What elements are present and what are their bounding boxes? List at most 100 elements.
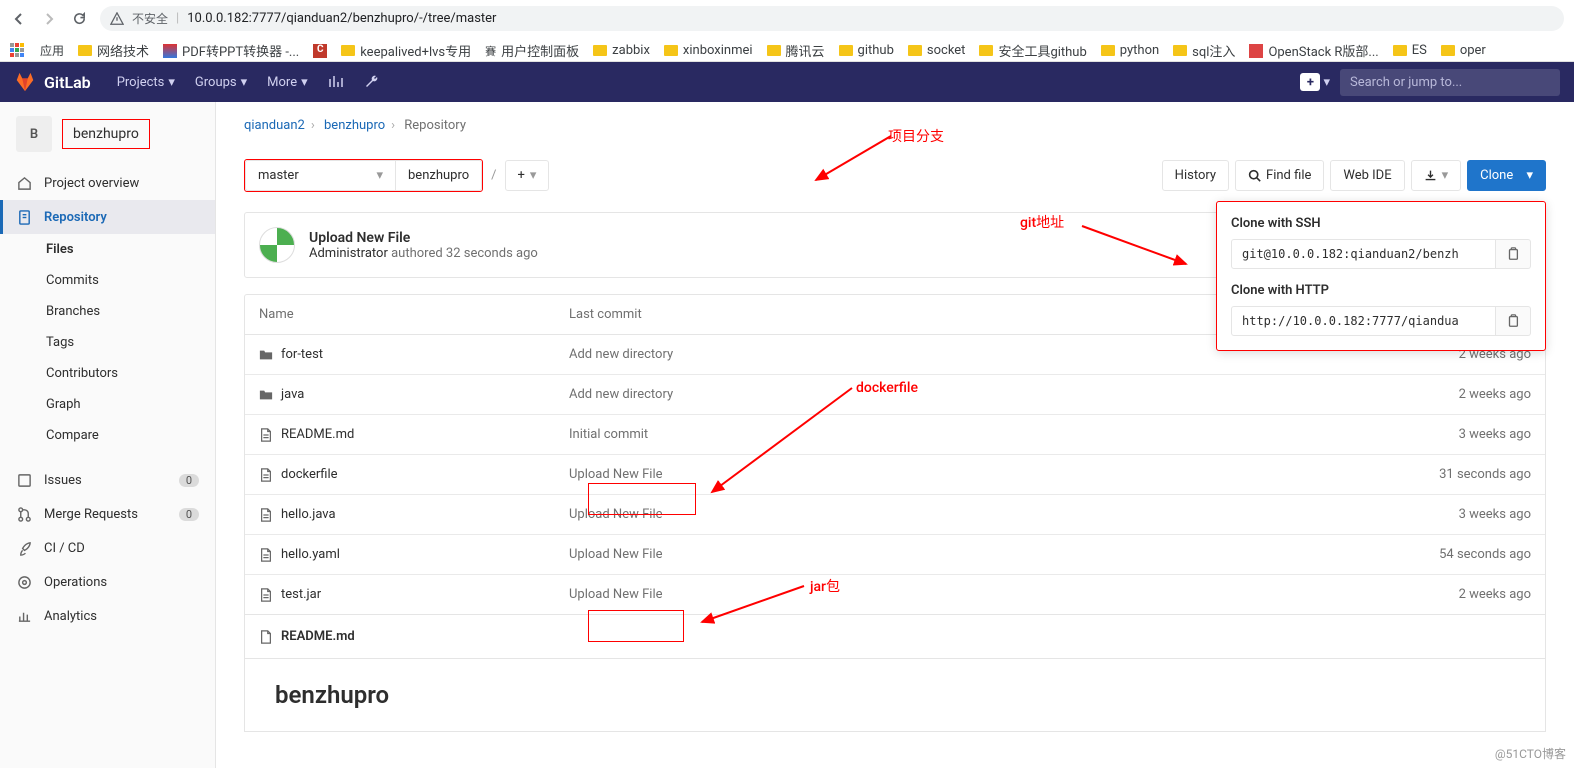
- back-button[interactable]: [10, 10, 28, 28]
- clipboard-icon: [1506, 314, 1520, 328]
- clone-ssh-label: Clone with SSH: [1231, 216, 1531, 231]
- chevron-down-icon: ▾: [1442, 168, 1449, 183]
- sidebar-item-cicd[interactable]: CI / CD: [0, 531, 215, 565]
- copy-ssh-button[interactable]: [1496, 239, 1531, 269]
- nav-groups[interactable]: Groups ▾: [187, 68, 255, 96]
- table-row[interactable]: dockerfileUpload New File31 seconds ago: [245, 455, 1545, 495]
- bookmark-item[interactable]: ES: [1393, 43, 1427, 58]
- add-button[interactable]: + ▾: [505, 160, 550, 191]
- table-row[interactable]: README.mdInitial commit3 weeks ago: [245, 415, 1545, 455]
- chevron-down-icon: ▾: [1526, 168, 1533, 183]
- chevron-down-icon: ▾: [241, 75, 248, 90]
- clone-button[interactable]: Clone ▾: [1467, 160, 1546, 191]
- chevron-down-icon: ▾: [530, 168, 537, 183]
- table-row[interactable]: hello.yamlUpload New File54 seconds ago: [245, 535, 1545, 575]
- bookmark-item[interactable]: OpenStack R版部...: [1249, 41, 1378, 60]
- sidebar-item-overview[interactable]: Project overview: [0, 166, 215, 200]
- url-input[interactable]: [187, 11, 1554, 26]
- file-name[interactable]: for-test: [281, 347, 323, 362]
- sidebar-sub-commits[interactable]: Commits: [0, 265, 215, 296]
- nav-wrench-icon[interactable]: [356, 68, 388, 96]
- bookmark-item[interactable]: 网络技术: [78, 41, 149, 60]
- crumb-group[interactable]: qianduan2: [244, 118, 305, 133]
- crumb-project[interactable]: benzhupro: [324, 118, 385, 133]
- sidebar-item-issues[interactable]: Issues0: [0, 463, 215, 497]
- gitlab-logo-icon[interactable]: [14, 71, 36, 93]
- bookmark-item[interactable]: socket: [908, 43, 966, 58]
- main-content: qianduan2› benzhupro› Repository master▾…: [216, 102, 1574, 768]
- bookmark-item[interactable]: sql注入: [1173, 41, 1235, 60]
- bookmark-item[interactable]: PDF转PPT转换器 -...: [163, 41, 299, 60]
- commit-meta: Administrator authored 32 seconds ago: [309, 246, 538, 261]
- readme-label: README.md: [281, 629, 355, 644]
- search-input[interactable]: [1340, 69, 1560, 96]
- insecure-icon: [110, 12, 124, 26]
- file-name[interactable]: hello.java: [281, 507, 336, 522]
- bookmark-item[interactable]: zabbix: [593, 43, 650, 58]
- commit-msg[interactable]: Initial commit: [569, 427, 1391, 442]
- reload-button[interactable]: [70, 10, 88, 28]
- path-repo[interactable]: benzhupro: [395, 160, 482, 191]
- sidebar-item-analytics[interactable]: Analytics: [0, 599, 215, 633]
- clone-ssh-input[interactable]: git@10.0.0.182:qianduan2/benzh: [1231, 239, 1496, 269]
- bookmark-item[interactable]: 安全工具github: [979, 41, 1086, 60]
- sidebar-sub-contributors[interactable]: Contributors: [0, 358, 215, 389]
- commit-msg[interactable]: Upload New File: [569, 587, 1391, 602]
- branch-selector[interactable]: master▾: [245, 160, 395, 191]
- file-name[interactable]: hello.yaml: [281, 547, 340, 562]
- web-ide-button[interactable]: Web IDE: [1330, 160, 1404, 191]
- bookmark-item[interactable]: xinboxinmei: [664, 43, 753, 58]
- sidebar-sub-files[interactable]: Files: [0, 234, 215, 265]
- file-name[interactable]: dockerfile: [281, 467, 338, 482]
- chart-icon: [16, 608, 32, 624]
- file-name[interactable]: java: [281, 387, 304, 402]
- copy-http-button[interactable]: [1496, 306, 1531, 336]
- sidebar-sub-compare[interactable]: Compare: [0, 420, 215, 451]
- bookmark-item[interactable]: 賽用户控制面板: [485, 41, 579, 60]
- clone-http-input[interactable]: http://10.0.0.182:7777/qiandua: [1231, 306, 1496, 336]
- history-button[interactable]: History: [1162, 160, 1229, 191]
- commit-msg[interactable]: Add new directory: [569, 387, 1391, 402]
- bookmark-item[interactable]: 腾讯云: [767, 41, 825, 60]
- chevron-down-icon: ▾: [1323, 75, 1330, 90]
- sidebar-sub-tags[interactable]: Tags: [0, 327, 215, 358]
- find-file-button[interactable]: Find file: [1235, 160, 1324, 191]
- file-name[interactable]: README.md: [281, 427, 354, 442]
- bookmark-item[interactable]: github: [839, 43, 894, 58]
- bookmark-apps-label[interactable]: 应用: [40, 42, 64, 59]
- project-name[interactable]: benzhupro: [62, 119, 150, 149]
- bookmark-item[interactable]: C: [313, 44, 327, 58]
- table-row[interactable]: javaAdd new directory2 weeks ago: [245, 375, 1545, 415]
- commit-msg[interactable]: Upload New File: [569, 467, 1391, 482]
- nav-activity-icon[interactable]: [320, 68, 352, 96]
- bookmarks-bar: 应用 网络技术 PDF转PPT转换器 -... C keepalived+lvs…: [0, 37, 1574, 64]
- table-row[interactable]: hello.javaUpload New File3 weeks ago: [245, 495, 1545, 535]
- apps-icon[interactable]: [10, 43, 26, 59]
- forward-button[interactable]: [40, 10, 58, 28]
- breadcrumb: qianduan2› benzhupro› Repository: [244, 118, 1546, 133]
- sidebar-sub-graph[interactable]: Graph: [0, 389, 215, 420]
- bookmark-item[interactable]: oper: [1441, 43, 1486, 58]
- crumb-leaf: Repository: [404, 118, 466, 133]
- sidebar-item-mr[interactable]: Merge Requests0: [0, 497, 215, 531]
- download-icon: [1424, 169, 1437, 182]
- nav-more[interactable]: More ▾: [259, 68, 315, 96]
- commit-title[interactable]: Upload New File: [309, 230, 538, 246]
- file-name[interactable]: test.jar: [281, 587, 321, 602]
- table-row[interactable]: test.jarUpload New File2 weeks ago: [245, 575, 1545, 614]
- sidebar: B benzhupro Project overview Repository …: [0, 102, 216, 768]
- commit-msg[interactable]: Upload New File: [569, 547, 1391, 562]
- sidebar-sub-branches[interactable]: Branches: [0, 296, 215, 327]
- mr-badge: 0: [179, 508, 199, 521]
- sidebar-item-operations[interactable]: Operations: [0, 565, 215, 599]
- plus-menu[interactable]: +▾: [1300, 73, 1330, 91]
- download-button[interactable]: ▾: [1411, 160, 1462, 191]
- commit-msg[interactable]: Upload New File: [569, 507, 1391, 522]
- sidebar-item-repository[interactable]: Repository: [0, 200, 215, 234]
- address-bar[interactable]: 不安全 |: [100, 6, 1564, 31]
- bookmark-item[interactable]: keepalived+lvs专用: [341, 41, 471, 60]
- bookmark-item[interactable]: python: [1101, 43, 1159, 58]
- chevron-down-icon: ▾: [168, 75, 175, 90]
- avatar: [259, 227, 295, 263]
- nav-projects[interactable]: Projects ▾: [109, 68, 183, 96]
